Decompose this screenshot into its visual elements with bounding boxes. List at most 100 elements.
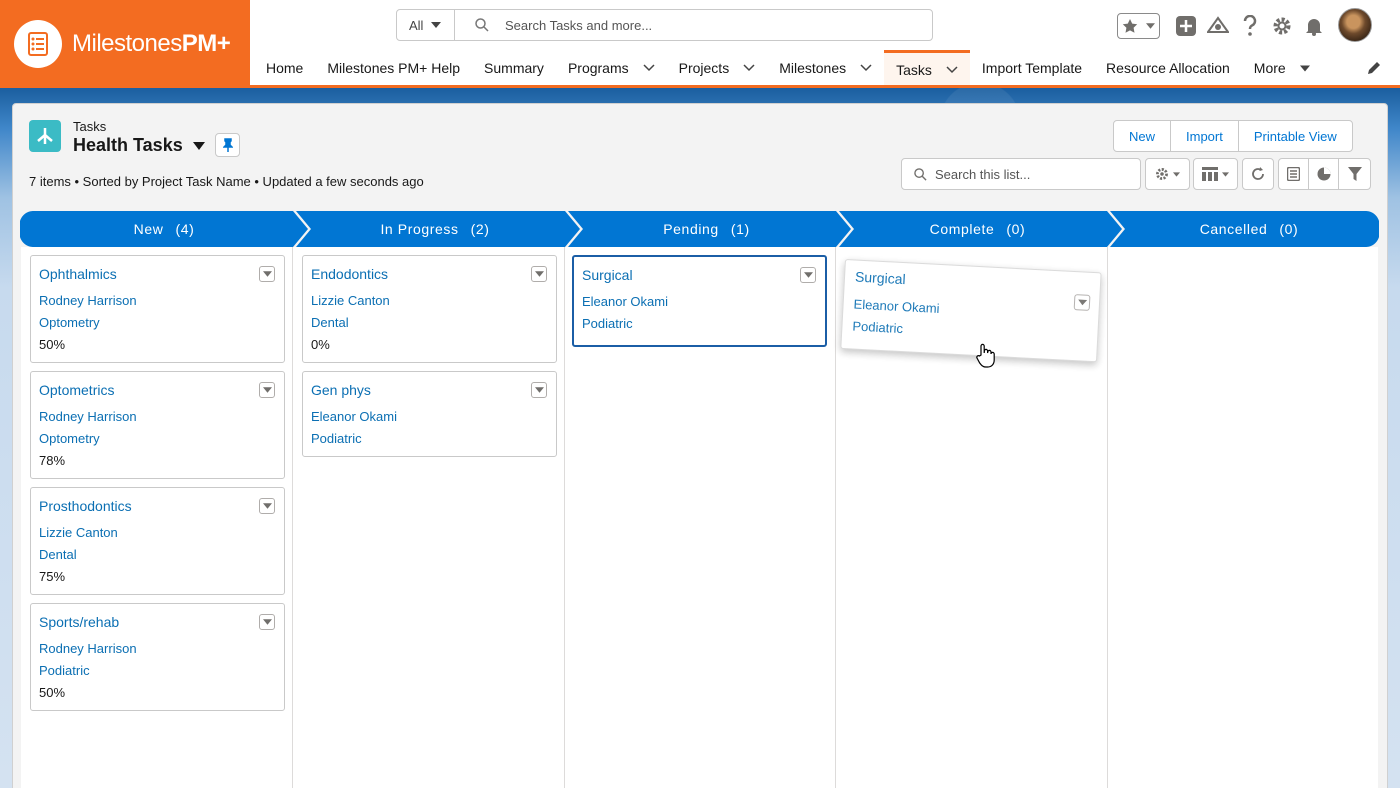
global-header: MilestonesPM+ All H (0, 0, 1400, 88)
card-department[interactable]: Optometry (39, 431, 100, 446)
card-owner[interactable]: Eleanor Okami (311, 409, 397, 424)
list-view-selector[interactable]: Health Tasks (73, 135, 205, 156)
pencil-icon[interactable] (1366, 60, 1382, 76)
nav-item-programs[interactable]: Programs (556, 50, 667, 86)
search-scope-select[interactable]: All (397, 10, 455, 40)
chevron-down-icon (643, 64, 655, 72)
new-button[interactable]: New (1114, 121, 1172, 151)
caret-down-icon (192, 141, 205, 150)
card-department[interactable]: Optometry (39, 315, 100, 330)
dragging-card[interactable]: Surgical Eleanor Okami Podiatric (840, 259, 1102, 363)
display-as-button[interactable] (1193, 158, 1238, 190)
nav-item-label: More (1253, 60, 1286, 76)
favorites-button[interactable] (1117, 13, 1160, 39)
stage-new[interactable]: New (4) (34, 211, 294, 247)
card-menu-button[interactable] (531, 382, 547, 398)
card-title[interactable]: Prosthodontics (39, 498, 132, 514)
task-card[interactable]: Surgical Eleanor Okami Podiatric (572, 255, 827, 347)
star-icon (1122, 19, 1138, 33)
card-progress: 75% (39, 569, 66, 584)
card-department[interactable]: Podiatric (852, 318, 903, 336)
caret-down-icon (1299, 65, 1310, 71)
search-icon (914, 167, 927, 181)
card-menu-button[interactable] (259, 266, 275, 282)
card-title[interactable]: Endodontics (311, 266, 388, 282)
user-avatar[interactable] (1338, 8, 1372, 42)
app-nav: Home Milestones PM+ Help Summary Programs Pr… (254, 50, 1322, 86)
nav-item-milestones-pm-help[interactable]: Milestones PM+ Help (315, 50, 472, 86)
gear-icon[interactable] (1270, 14, 1294, 38)
nav-item-import-template[interactable]: Import Template (970, 50, 1094, 86)
help-icon[interactable] (1238, 14, 1262, 38)
search-field (455, 10, 932, 40)
caret-down-icon (534, 271, 544, 277)
card-title[interactable]: Surgical (855, 269, 906, 288)
import-button[interactable]: Import (1171, 121, 1239, 151)
card-menu-button[interactable] (259, 614, 275, 630)
card-owner[interactable]: Rodney Harrison (39, 409, 137, 424)
card-owner[interactable]: Eleanor Okami (582, 294, 668, 309)
task-card[interactable]: Optometrics Rodney Harrison Optometry 78% (30, 371, 285, 479)
checklist-logo-icon (14, 20, 62, 68)
card-department[interactable]: Dental (39, 547, 77, 562)
details-button[interactable] (1278, 158, 1309, 190)
card-owner[interactable]: Rodney Harrison (39, 641, 137, 656)
stage-in-progress[interactable]: In Progress (2) (306, 211, 564, 247)
nav-item-resource-allocation[interactable]: Resource Allocation (1094, 50, 1242, 86)
nav-item-home[interactable]: Home (254, 50, 315, 86)
card-owner[interactable]: Lizzie Canton (39, 525, 118, 540)
nav-item-more[interactable]: More (1242, 50, 1322, 86)
card-menu-button[interactable] (1073, 294, 1091, 311)
trailhead-icon[interactable] (1206, 14, 1230, 38)
card-owner[interactable]: Rodney Harrison (39, 293, 137, 308)
search-icon (475, 18, 489, 32)
nav-item-tasks[interactable]: Tasks (884, 50, 970, 86)
caret-down-icon (1173, 171, 1180, 177)
card-department[interactable]: Podiatric (39, 663, 90, 678)
caret-down-icon (1222, 171, 1229, 177)
nav-item-milestones[interactable]: Milestones (767, 50, 884, 86)
task-card[interactable]: Prosthodontics Lizzie Canton Dental 75% (30, 487, 285, 595)
card-title[interactable]: Surgical (582, 267, 633, 283)
task-card[interactable]: Sports/rehab Rodney Harrison Podiatric 50% (30, 603, 285, 711)
card-menu-button[interactable] (800, 267, 816, 283)
nav-item-summary[interactable]: Summary (472, 50, 556, 86)
pin-list-button[interactable] (215, 133, 240, 157)
card-department[interactable]: Podiatric (311, 431, 362, 446)
stage-pending[interactable]: Pending (1) (578, 211, 835, 247)
search-input[interactable] (505, 17, 885, 33)
task-card[interactable]: Gen phys Eleanor Okami Podiatric (302, 371, 557, 457)
task-card[interactable]: Ophthalmics Rodney Harrison Optometry 50% (30, 255, 285, 363)
charts-button[interactable] (1308, 158, 1339, 190)
card-menu-button[interactable] (259, 498, 275, 514)
nav-item-projects[interactable]: Projects (667, 50, 768, 86)
card-menu-button[interactable] (531, 266, 547, 282)
card-menu-button[interactable] (259, 382, 275, 398)
stage-cancelled[interactable]: Cancelled (0) (1120, 211, 1378, 247)
app-logo[interactable]: MilestonesPM+ (0, 0, 250, 88)
stage-complete[interactable]: Complete (0) (849, 211, 1106, 247)
card-department[interactable]: Dental (311, 315, 349, 330)
card-owner[interactable]: Eleanor Okami (853, 297, 940, 316)
global-search: All (396, 9, 933, 41)
list-settings-button[interactable] (1145, 158, 1190, 190)
filter-button[interactable] (1338, 158, 1371, 190)
stage-count: (2) (470, 221, 490, 237)
add-icon[interactable] (1174, 14, 1198, 38)
card-department[interactable]: Podiatric (582, 316, 633, 331)
nav-item-label: Resource Allocation (1106, 60, 1230, 76)
chart-icon (1317, 167, 1330, 181)
list-search-input[interactable] (935, 166, 1135, 182)
nav-item-label: Programs (567, 60, 629, 76)
refresh-button[interactable] (1242, 158, 1274, 190)
card-progress: 50% (39, 337, 66, 352)
chevron-down-icon (946, 65, 958, 73)
printable-view-button[interactable]: Printable View (1239, 121, 1352, 151)
card-title[interactable]: Optometrics (39, 382, 114, 398)
card-title[interactable]: Sports/rehab (39, 614, 119, 630)
card-title[interactable]: Gen phys (311, 382, 371, 398)
card-owner[interactable]: Lizzie Canton (311, 293, 390, 308)
bell-icon[interactable] (1302, 14, 1326, 38)
task-card[interactable]: Endodontics Lizzie Canton Dental 0% (302, 255, 557, 363)
card-title[interactable]: Ophthalmics (39, 266, 117, 282)
